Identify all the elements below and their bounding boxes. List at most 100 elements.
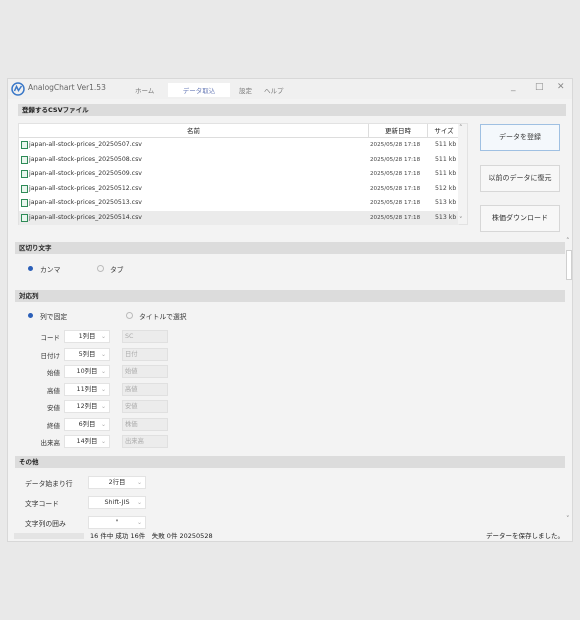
status-message: データーを保存しました。 (486, 532, 564, 540)
title-bar: AnalogChart Ver1.53 ホーム データ取込 設定 ヘルプ _ □… (8, 79, 572, 99)
chevron-down-icon: ⌄ (100, 368, 106, 375)
csv-file-list[interactable]: 名前 更新日時 サイズ japan-all-stock-prices_20250… (18, 123, 468, 225)
file-size: 511 kb (435, 155, 457, 163)
field-label: 日付け (40, 351, 61, 360)
register-data-button[interactable]: データを登録 (480, 124, 560, 151)
tab-help[interactable]: ヘルプ (264, 85, 284, 95)
quote-value: " (115, 518, 119, 526)
column-select[interactable]: 10列目 ⌄ (64, 365, 110, 378)
chevron-down-icon: ⌄ (100, 350, 106, 358)
field-label: 終値 (47, 421, 60, 430)
file-name: japan-all-stock-prices_20250514.csv (29, 213, 142, 221)
csv-file-icon (21, 155, 28, 164)
col-header-size[interactable]: サイズ (428, 124, 460, 138)
title-field: 高値 (122, 382, 168, 396)
title-field: 始値 (122, 365, 168, 378)
restore-previous-data-button[interactable]: 以前のデータに復元 (480, 165, 560, 192)
csv-file-icon (21, 213, 28, 222)
field-label: 安値 (47, 404, 60, 412)
field-label: 高値 (47, 386, 60, 395)
scroll-up-icon[interactable]: ˄ (459, 124, 463, 132)
field-label: 始値 (47, 369, 60, 377)
column-select[interactable]: 5列目 ⌄ (64, 347, 110, 361)
start-row-label: データ始まり行 (25, 480, 73, 488)
quote-select[interactable]: " ⌄ (88, 516, 146, 529)
other-section-title: その他 (15, 456, 569, 468)
app-logo-icon (11, 82, 25, 96)
scrollbar-thumb[interactable] (566, 250, 572, 280)
file-row[interactable]: japan-all-stock-prices_20250509.csv 2025… (19, 167, 459, 181)
download-stock-prices-button[interactable]: 株価ダウンロード (480, 205, 560, 232)
file-date: 2025/05/28 17:18 (370, 156, 421, 163)
select-by-title-radio[interactable] (126, 312, 133, 319)
comma-label[interactable]: カンマ (40, 264, 60, 274)
fixed-column-label[interactable]: 列で固定 (40, 311, 67, 321)
chevron-down-icon: ⌄ (136, 479, 142, 486)
tab-label[interactable]: タブ (110, 264, 124, 274)
file-name: japan-all-stock-prices_20250513.csv (29, 199, 142, 206)
tab-radio[interactable] (97, 265, 104, 272)
encoding-value: Shift-JIS (104, 498, 130, 506)
minimize-button[interactable]: _ (511, 82, 516, 92)
col-header-name[interactable]: 名前 (19, 124, 369, 138)
file-row[interactable]: japan-all-stock-prices_20250512.csv 2025… (19, 182, 459, 196)
field-label: コード (40, 334, 61, 342)
close-button[interactable]: ✕ (557, 82, 565, 92)
column-select[interactable]: 14列目 ⌄ (64, 435, 110, 448)
status-summary: 16 件中 成功 16件 失敗 0件 20250528 (90, 532, 213, 540)
select-by-title-label[interactable]: タイトルで選択 (139, 311, 187, 321)
column-select-value: 12列目 (76, 402, 98, 410)
file-size: 513 kb (435, 213, 457, 221)
column-select[interactable]: 1列目 ⌄ (64, 330, 110, 343)
column-select-value: 10列目 (76, 367, 98, 375)
column-select[interactable]: 11列目 ⌄ (64, 382, 110, 396)
file-row[interactable]: japan-all-stock-prices_20250507.csv 2025… (19, 138, 459, 152)
encoding-label: 文字コード (25, 500, 59, 508)
encoding-select[interactable]: Shift-JIS ⌄ (88, 496, 146, 509)
column-map-section-title: 対応列 (15, 290, 569, 302)
col-header-date[interactable]: 更新日時 (369, 124, 428, 138)
maximize-button[interactable]: □ (535, 82, 544, 92)
file-size: 513 kb (435, 199, 457, 206)
title-field: 安値 (122, 400, 168, 413)
file-name: japan-all-stock-prices_20250508.csv (29, 155, 142, 163)
chevron-down-icon: ⌄ (100, 438, 106, 445)
column-select[interactable]: 12列目 ⌄ (64, 400, 110, 413)
scroll-down-icon[interactable]: ˅ (566, 515, 570, 523)
app-window: AnalogChart Ver1.53 ホーム データ取込 設定 ヘルプ _ □… (7, 78, 573, 542)
file-row[interactable]: japan-all-stock-prices_20250514.csv 2025… (19, 210, 459, 225)
start-row-select[interactable]: 2行目 ⌄ (88, 476, 146, 489)
tab-data-import[interactable]: データ取込 (168, 83, 230, 97)
chevron-down-icon: ⌄ (136, 519, 142, 526)
file-name: japan-all-stock-prices_20250512.csv (29, 184, 142, 192)
column-select[interactable]: 6列目 ⌄ (64, 417, 110, 431)
quote-label: 文字列の囲み (25, 520, 66, 528)
fixed-column-radio[interactable] (28, 313, 33, 318)
file-date: 2025/05/28 17:18 (370, 171, 421, 177)
file-row[interactable]: japan-all-stock-prices_20250508.csv 2025… (19, 153, 459, 167)
column-select-value: 11列目 (76, 384, 98, 393)
chevron-down-icon: ⌄ (100, 333, 106, 340)
column-select-value: 1列目 (78, 332, 96, 340)
file-name: japan-all-stock-prices_20250507.csv (29, 141, 142, 148)
settings-scrollbar[interactable]: ˄ ˅ (565, 237, 572, 523)
csv-file-icon (21, 199, 28, 207)
scroll-up-icon[interactable]: ˄ (566, 237, 570, 245)
tab-settings[interactable]: 設定 (239, 85, 252, 95)
file-name: japan-all-stock-prices_20250509.csv (29, 170, 142, 177)
file-row[interactable]: japan-all-stock-prices_20250513.csv 2025… (19, 196, 459, 210)
scroll-down-icon[interactable]: ˅ (459, 216, 463, 224)
title-field: 株価 (122, 417, 168, 431)
csv-file-icon (21, 170, 28, 178)
tab-home[interactable]: ホーム (135, 85, 154, 95)
status-bar: 16 件中 成功 16件 失敗 0件 20250528 データーを保存しました。 (8, 529, 572, 541)
file-list-scrollbar[interactable]: ˄ ˅ (458, 124, 467, 224)
app-title: AnalogChart Ver1.53 (28, 83, 106, 92)
csv-section-title: 登録するCSVファイル (18, 104, 566, 116)
comma-radio[interactable] (28, 266, 33, 271)
field-label: 出来高 (40, 439, 61, 447)
start-row-value: 2行目 (108, 478, 126, 486)
chevron-down-icon: ⌄ (100, 420, 106, 428)
title-field: 日付 (122, 347, 168, 361)
column-select-value: 14列目 (76, 437, 98, 445)
